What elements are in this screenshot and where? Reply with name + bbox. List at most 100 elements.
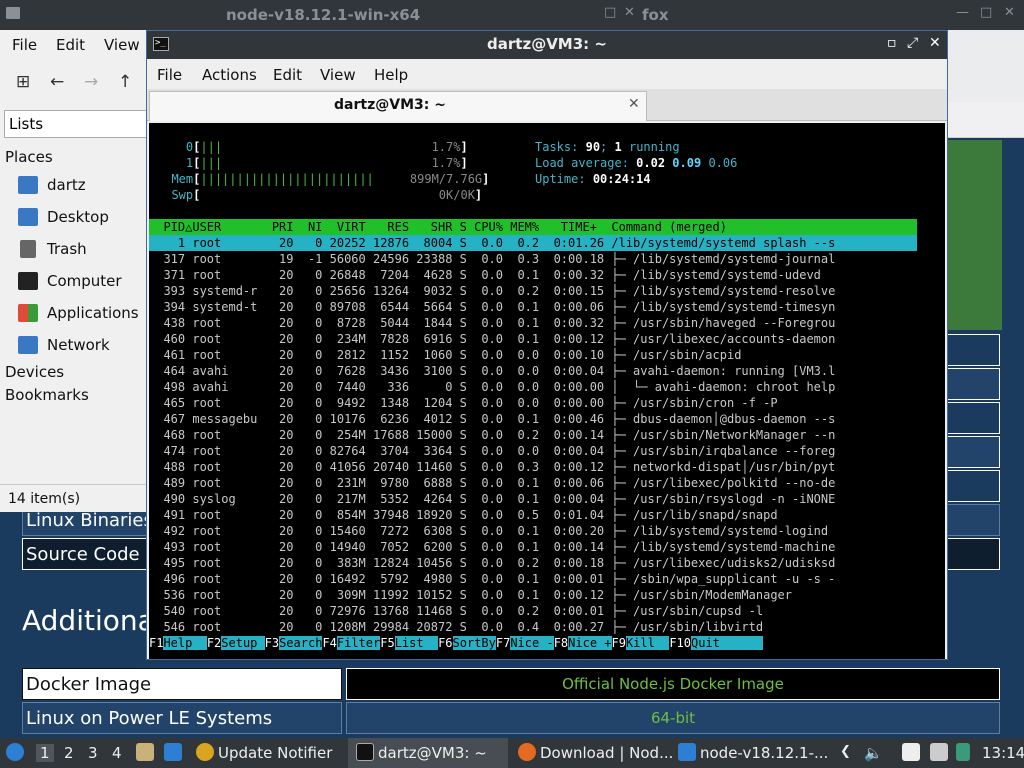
place-label: Computer <box>47 272 122 290</box>
close-icon[interactable]: ✕ <box>1004 5 1015 20</box>
process-row[interactable]: 460 root 20 0 234M 7828 6916 S 0.0 0.1 0… <box>149 331 917 347</box>
fkey-f7[interactable]: F7 <box>496 636 510 650</box>
folder-icon[interactable] <box>678 743 696 761</box>
menu-actions[interactable]: Actions <box>202 66 257 84</box>
process-row[interactable]: 468 root 20 0 254M 17688 15000 S 0.0 0.2… <box>149 427 917 443</box>
fkey-f1[interactable]: F1 <box>149 636 163 650</box>
fkey-f6[interactable]: F6 <box>438 636 452 650</box>
process-row[interactable]: 492 root 20 0 15460 7272 6308 S 0.0 0.1 … <box>149 523 917 539</box>
process-row[interactable]: 474 root 20 0 82764 3704 3364 S 0.0 0.0 … <box>149 443 917 459</box>
fkey-label[interactable]: Quit <box>691 636 764 650</box>
fkey-label[interactable]: Filter <box>336 636 381 650</box>
power-le-64bit-button[interactable]: 64-bit <box>346 702 1000 734</box>
workspace-2[interactable]: 2 <box>64 744 74 762</box>
new-window-icon[interactable]: ⊞ <box>16 72 30 92</box>
fkey-label[interactable]: Kill <box>625 636 670 650</box>
update-notifier-task[interactable]: Update Notifier <box>218 744 332 762</box>
place-dartz[interactable]: dartz <box>18 174 148 198</box>
process-row[interactable]: 394 systemd-t 20 0 89708 6544 5664 S 0.0… <box>149 299 917 315</box>
chevron-left-icon[interactable]: ❮ <box>840 744 851 759</box>
process-table-header[interactable]: PID△USER PRI NI VIRT RES SHR S CPU% MEM%… <box>149 219 917 235</box>
fkey-f3[interactable]: F3 <box>265 636 279 650</box>
process-row[interactable]: 536 root 20 0 309M 11992 10152 S 0.0 0.1… <box>149 587 917 603</box>
process-row[interactable]: 438 root 20 0 8728 5044 1844 S 0.0 0.1 0… <box>149 315 917 331</box>
process-row[interactable]: 488 root 20 0 41056 20740 11460 S 0.0 0.… <box>149 459 917 475</box>
workspace-4[interactable]: 4 <box>112 744 122 762</box>
volume-icon[interactable]: 🔈 <box>864 744 883 762</box>
place-desktop[interactable]: Desktop <box>18 206 148 230</box>
process-row[interactable]: 489 root 20 0 231M 9780 6888 S 0.0 0.1 0… <box>149 475 917 491</box>
place-applications[interactable]: Applications <box>18 302 148 326</box>
minimize-icon[interactable]: ▫ <box>887 35 897 51</box>
menu-edit[interactable]: Edit <box>273 66 302 84</box>
update-notifier-icon[interactable] <box>196 743 214 761</box>
close-tab-icon[interactable]: ✕ <box>628 96 640 112</box>
firefox-icon[interactable] <box>518 743 536 761</box>
menu-edit[interactable]: Edit <box>56 36 85 54</box>
process-row[interactable]: 493 root 20 0 14940 7052 6200 S 0.0 0.1 … <box>149 539 917 555</box>
process-row-selected[interactable]: 1 root 20 0 20252 12876 8004 S 0.0 0.2 0… <box>149 235 917 251</box>
process-row[interactable]: 498 avahi 20 0 7440 336 0 S 0.0 0.0 0:00… <box>149 379 917 395</box>
network-monitor-icon[interactable] <box>930 743 948 761</box>
fkey-label[interactable]: Nice + <box>568 636 612 650</box>
place-computer[interactable]: Computer <box>18 270 148 294</box>
fkey-f5[interactable]: F5 <box>380 636 394 650</box>
terminal-tab[interactable]: dartz@VM3: ~ ✕ <box>149 91 647 121</box>
menu-file[interactable]: File <box>12 36 37 54</box>
place-network[interactable]: Network <box>18 334 148 358</box>
close-icon[interactable]: ✕ <box>929 35 941 51</box>
process-row[interactable]: 490 syslog 20 0 217M 5352 4264 S 0.0 0.1… <box>149 491 917 507</box>
process-row[interactable]: 461 root 20 0 2812 1152 1060 S 0.0 0.0 0… <box>149 347 917 363</box>
maximize-icon[interactable]: ⤢ <box>907 35 918 51</box>
process-row[interactable]: 393 systemd-r 20 0 25656 13264 9032 S 0.… <box>149 283 917 299</box>
mem-meter: Mem[|||||||||||||||||||||||| 899M/7.76G] <box>171 172 490 186</box>
workspace-3[interactable]: 3 <box>88 744 98 762</box>
process-row[interactable]: 465 root 20 0 9492 1348 1204 S 0.0 0.0 0… <box>149 395 917 411</box>
fkey-f2[interactable]: F2 <box>207 636 221 650</box>
workspace-1[interactable]: 1 <box>36 744 54 762</box>
process-row[interactable]: 467 messagebu 20 0 10176 6236 4012 S 0.0… <box>149 411 917 427</box>
location-bar[interactable]: Lists <box>4 110 154 138</box>
menu-help[interactable]: Help <box>374 66 408 84</box>
start-menu-icon[interactable] <box>6 743 24 761</box>
minimize-icon[interactable]: □ <box>604 5 616 20</box>
docker-image-button[interactable]: Official Node.js Docker Image <box>346 668 1000 700</box>
process-row[interactable]: 491 root 20 0 854M 37948 18920 S 0.0 0.5… <box>149 507 917 523</box>
folder-task[interactable]: node-v18.12.1-... <box>700 744 828 762</box>
process-row[interactable]: 546 root 20 0 1208M 29984 20872 S 0.0 0.… <box>149 619 917 635</box>
file-manager-launcher-icon[interactable] <box>136 743 154 761</box>
process-row[interactable]: 495 root 20 0 383M 12824 10456 S 0.0 0.2… <box>149 555 917 571</box>
fkey-label[interactable]: Nice - <box>510 636 554 650</box>
fkey-label[interactable]: SortBy <box>452 636 496 650</box>
back-arrow-icon[interactable]: ← <box>50 72 64 92</box>
fkey-f10[interactable]: F10 <box>669 636 691 650</box>
process-row[interactable]: 496 root 20 0 16492 5792 4980 S 0.0 0.1 … <box>149 571 917 587</box>
menu-view[interactable]: View <box>104 36 140 54</box>
maximize-icon[interactable]: □ <box>980 5 992 20</box>
process-row[interactable]: 540 root 20 0 72976 13768 11468 S 0.0 0.… <box>149 603 917 619</box>
fkey-f4[interactable]: F4 <box>322 636 336 650</box>
fkey-label[interactable]: List <box>394 636 439 650</box>
htop-screen[interactable]: 0[||| 1.7%] 1[||| 1.7%] Mem[||||||||||||… <box>149 123 945 659</box>
firefox-task[interactable]: Download | Nod... <box>540 744 673 762</box>
process-row[interactable]: 371 root 20 0 26848 7204 4628 S 0.0 0.1 … <box>149 267 917 283</box>
forward-arrow-icon[interactable]: → <box>84 72 98 92</box>
fkey-f8[interactable]: F8 <box>554 636 568 650</box>
clipboard-icon[interactable] <box>902 743 920 761</box>
fkey-label[interactable]: Setup <box>221 636 265 650</box>
menu-view[interactable]: View <box>320 66 356 84</box>
fkey-f9[interactable]: F9 <box>612 636 626 650</box>
place-trash[interactable]: Trash <box>18 238 148 262</box>
fkey-label[interactable]: Search <box>279 636 323 650</box>
up-arrow-icon[interactable]: ↑ <box>118 72 132 92</box>
terminal-task[interactable]: dartz@VM3: ~ <box>378 744 487 762</box>
fkey-label[interactable]: Help <box>163 636 207 650</box>
minimize-icon[interactable]: — <box>956 5 969 20</box>
terminal-icon[interactable] <box>356 743 374 761</box>
notification-icon[interactable] <box>956 743 970 761</box>
menu-file[interactable]: File <box>157 66 182 84</box>
process-row[interactable]: 317 root 19 -1 56060 24596 23388 S 0.0 0… <box>149 251 917 267</box>
process-row[interactable]: 464 avahi 20 0 7628 3436 3100 S 0.0 0.0 … <box>149 363 917 379</box>
close-icon[interactable]: ✕ <box>624 5 635 20</box>
show-desktop-icon[interactable] <box>164 743 182 761</box>
